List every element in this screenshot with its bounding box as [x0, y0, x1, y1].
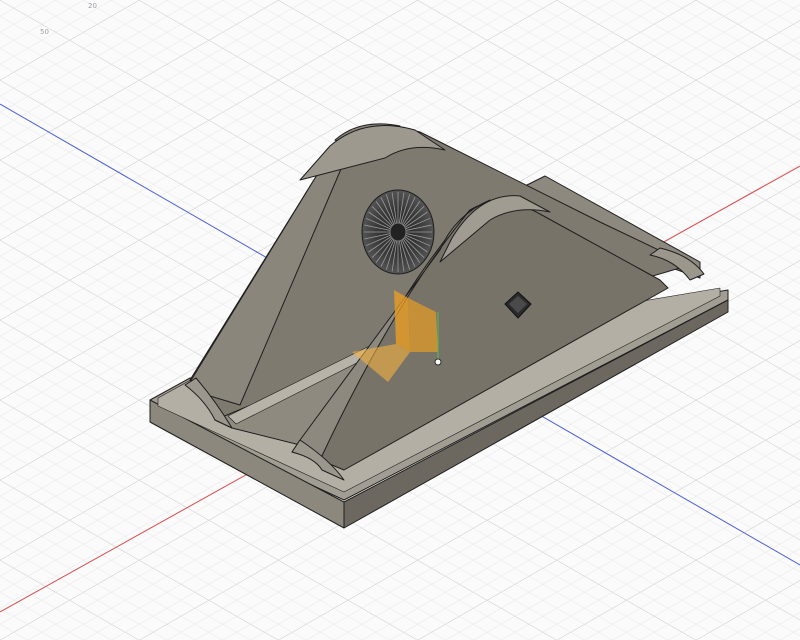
- ruler-label-20: 20: [88, 2, 97, 10]
- fan-hub: [389, 222, 407, 242]
- 3d-viewport[interactable]: 20 50: [0, 0, 800, 640]
- manipulator-plane-a[interactable]: [394, 290, 410, 352]
- viewport-canvas: 20 50: [0, 0, 800, 640]
- manipulator-pivot[interactable]: [434, 358, 442, 366]
- fan-grille: [361, 189, 435, 275]
- ruler-label-50: 50: [40, 28, 49, 36]
